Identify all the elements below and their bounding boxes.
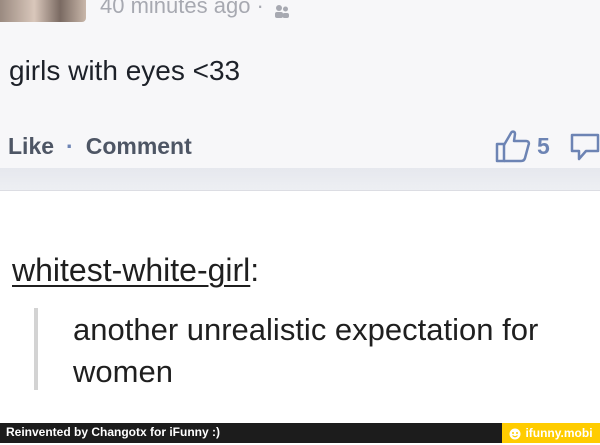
reply-quote: another unrealistic expectation for wome…: [73, 312, 539, 389]
post-meta: 40 minutes ago ·: [100, 0, 290, 19]
friends-icon[interactable]: [274, 0, 290, 19]
post-text: girls with eyes <33: [9, 55, 241, 86]
ifunny-badge[interactable]: ifunny.mobi: [502, 423, 600, 443]
post-actions: Like · Comment: [8, 133, 192, 160]
reply-username: whitest-white-girl:: [12, 252, 259, 289]
card-bottom-band: [0, 168, 600, 190]
ifunny-domain: ifunny.mobi: [525, 426, 593, 440]
username-colon: :: [250, 252, 260, 288]
thumbs-up-icon: [495, 129, 531, 163]
watermark-footer: Reinvented by Changotx for iFunny :) ifu…: [0, 423, 600, 443]
credit-text: Reinvented by Changotx for iFunny :): [6, 425, 221, 439]
actions-separator: ·: [66, 133, 74, 159]
comment-link[interactable]: Comment: [86, 133, 192, 159]
post-timestamp[interactable]: 40 minutes ago: [100, 0, 250, 18]
like-count: 5: [537, 132, 550, 159]
like-link[interactable]: Like: [8, 133, 54, 159]
facebook-post-card: 40 minutes ago · girls with eyes <33 Like…: [0, 0, 600, 191]
avatar[interactable]: [0, 0, 86, 22]
meta-separator: ·: [256, 0, 264, 18]
ifunny-logo-icon: [509, 427, 521, 440]
like-summary[interactable]: 5: [495, 128, 550, 164]
speech-bubble-icon[interactable]: [570, 131, 600, 163]
username-link[interactable]: whitest-white-girl: [12, 252, 250, 288]
blockquote-bar: [34, 308, 38, 390]
